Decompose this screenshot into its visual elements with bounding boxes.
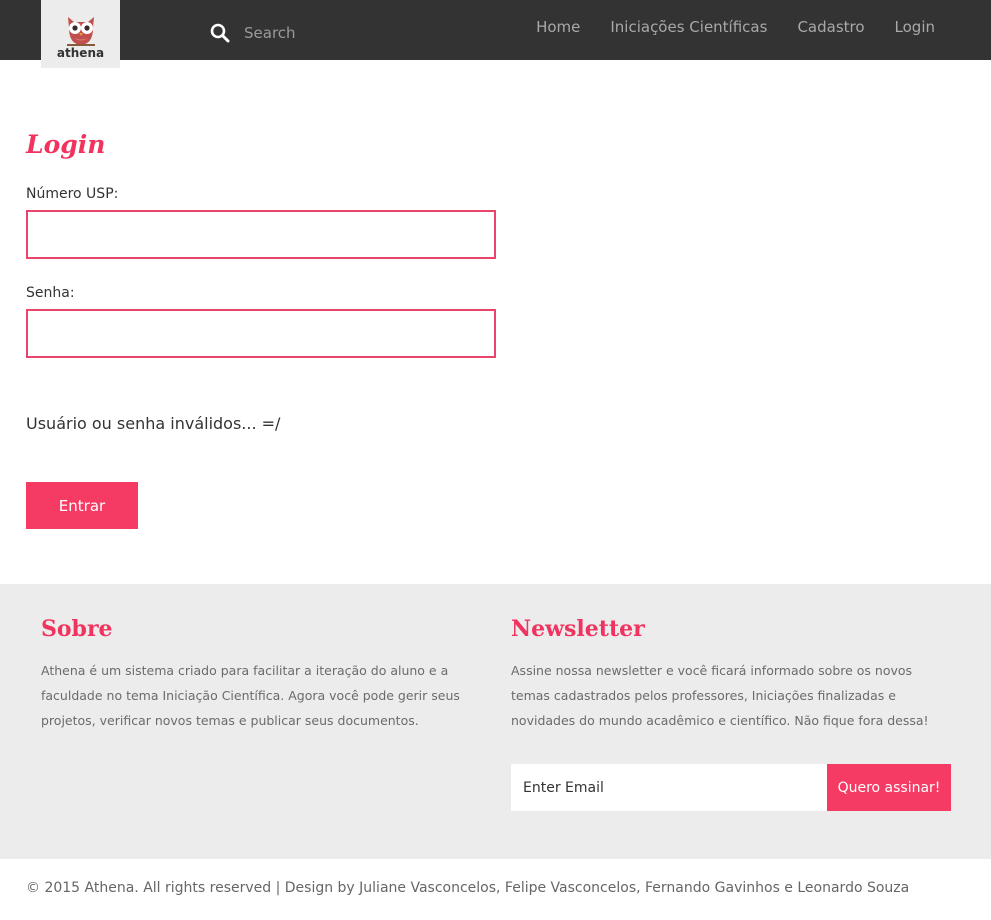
usp-number-field[interactable] (26, 210, 496, 259)
search-icon[interactable] (210, 23, 230, 43)
newsletter-heading: Newsletter (511, 616, 645, 642)
email-field[interactable] (511, 764, 827, 811)
usp-number-label: Número USP: (26, 186, 119, 202)
login-submit-button[interactable]: Entrar (26, 482, 138, 529)
about-section: Sobre Athena é um sistema criado para fa… (41, 616, 481, 733)
password-field[interactable] (26, 309, 496, 358)
nav-home[interactable]: Home (521, 17, 595, 37)
owl-icon (67, 17, 95, 46)
newsletter-text: Assine nossa newsletter e você ficará in… (511, 663, 929, 728)
page-title: Login (26, 130, 106, 159)
nav-login[interactable]: Login (880, 17, 950, 37)
search-bar (210, 14, 410, 52)
logo[interactable]: athena (41, 0, 120, 68)
subscribe-button[interactable]: Quero assinar! (827, 764, 951, 811)
search-input[interactable] (236, 14, 406, 52)
copyright-text: © 2015 Athena. All rights reserved | Des… (26, 880, 910, 896)
main-nav: Home Iniciações Científicas Cadastro Log… (521, 17, 950, 37)
nav-cadastro[interactable]: Cadastro (782, 17, 879, 37)
top-navbar: athena Home Iniciações Científicas Cadas… (0, 0, 991, 68)
about-heading: Sobre (41, 616, 113, 642)
password-label: Senha: (26, 285, 75, 301)
newsletter-section: Newsletter Assine nossa newsletter e voc… (511, 616, 951, 733)
copyright-bar: © 2015 Athena. All rights reserved | Des… (0, 859, 991, 920)
logo-text: athena (56, 46, 105, 60)
nav-iniciacoes-cientificas[interactable]: Iniciações Científicas (595, 17, 782, 37)
newsletter-form: Quero assinar! (511, 764, 951, 811)
login-form: Login Número USP: Senha: Usuário ou senh… (26, 120, 496, 529)
footer: Sobre Athena é um sistema criado para fa… (0, 584, 991, 859)
error-message: Usuário ou senha inválidos... =/ (26, 414, 281, 433)
about-text: Athena é um sistema criado para facilita… (41, 663, 460, 728)
